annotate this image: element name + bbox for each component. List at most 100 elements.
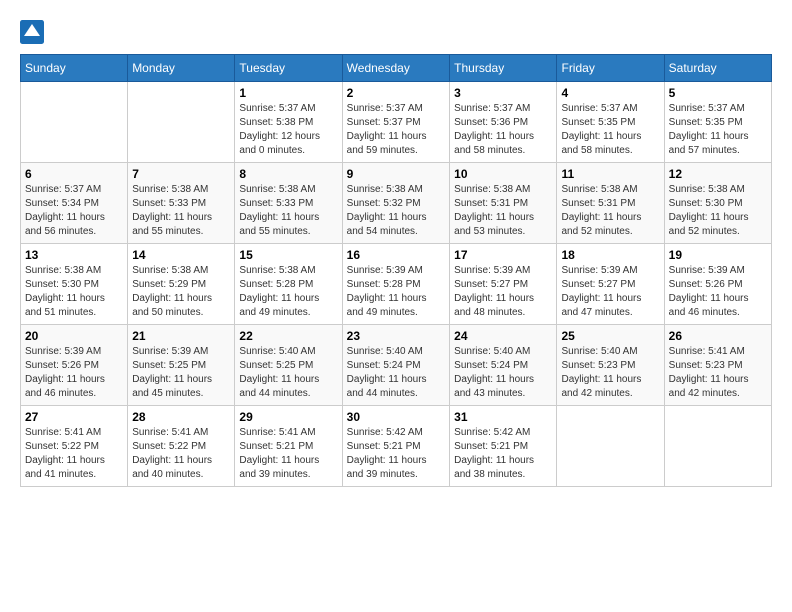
day-number: 2: [347, 86, 446, 100]
calendar-cell: 23Sunrise: 5:40 AMSunset: 5:24 PMDayligh…: [342, 325, 450, 406]
calendar-cell: 25Sunrise: 5:40 AMSunset: 5:23 PMDayligh…: [557, 325, 664, 406]
weekday-header-saturday: Saturday: [664, 55, 771, 82]
calendar-week-2: 6 Sunrise: 5:37 AMSunset: 5:34 PMDaylight…: [21, 163, 772, 244]
calendar-cell: 6 Sunrise: 5:37 AMSunset: 5:34 PMDaylight…: [21, 163, 128, 244]
day-info: Sunrise: 5:39 AMSunset: 5:28 PMDaylight:…: [347, 264, 446, 320]
calendar-week-5: 27 Sunrise: 5:41 AMSunset: 5:22 PMDayligh…: [21, 406, 772, 487]
day-info: Sunrise: 5:39 AMSunset: 5:27 PMDaylight:…: [561, 264, 659, 320]
calendar-cell: 20 Sunrise: 5:39 AMSunset: 5:26 PMDayligh…: [21, 325, 128, 406]
header-row: SundayMondayTuesdayWednesdayThursdayFrid…: [21, 55, 772, 82]
day-number: 29: [239, 410, 337, 424]
calendar-cell: 3 Sunrise: 5:37 AMSunset: 5:36 PMDaylight…: [450, 82, 557, 163]
day-info: Sunrise: 5:41 AMSunset: 5:21 PMDaylight:…: [239, 426, 337, 482]
day-number: 12: [669, 167, 767, 181]
day-number: 21: [132, 329, 230, 343]
day-info: Sunrise: 5:40 AMSunset: 5:24 PMDaylight:…: [454, 345, 552, 401]
calendar-cell: 1 Sunrise: 5:37 AMSunset: 5:38 PMDaylight…: [235, 82, 342, 163]
calendar-cell: 30 Sunrise: 5:42 AMSunset: 5:21 PMDayligh…: [342, 406, 450, 487]
day-info: Sunrise: 5:42 AMSunset: 5:21 PMDaylight:…: [347, 426, 446, 482]
day-number: 14: [132, 248, 230, 262]
day-info: Sunrise: 5:40 AMSunset: 5:25 PMDaylight:…: [239, 345, 337, 401]
day-number: 20: [25, 329, 123, 343]
calendar-cell: [557, 406, 664, 487]
weekday-header-sunday: Sunday: [21, 55, 128, 82]
calendar-cell: 2 Sunrise: 5:37 AMSunset: 5:37 PMDaylight…: [342, 82, 450, 163]
day-number: 9: [347, 167, 446, 181]
calendar-cell: 8 Sunrise: 5:38 AMSunset: 5:33 PMDaylight…: [235, 163, 342, 244]
calendar-cell: 19 Sunrise: 5:39 AMSunset: 5:26 PMDayligh…: [664, 244, 771, 325]
calendar-cell: 21 Sunrise: 5:39 AMSunset: 5:25 PMDayligh…: [128, 325, 235, 406]
day-info: Sunrise: 5:39 AMSunset: 5:26 PMDaylight:…: [669, 264, 767, 320]
calendar-cell: [664, 406, 771, 487]
day-info: Sunrise: 5:39 AMSunset: 5:25 PMDaylight:…: [132, 345, 230, 401]
day-info: Sunrise: 5:41 AMSunset: 5:23 PMDaylight:…: [669, 345, 767, 401]
day-info: Sunrise: 5:42 AMSunset: 5:21 PMDaylight:…: [454, 426, 552, 482]
weekday-header-friday: Friday: [557, 55, 664, 82]
calendar-cell: 5Sunrise: 5:37 AMSunset: 5:35 PMDaylight…: [664, 82, 771, 163]
day-number: 15: [239, 248, 337, 262]
weekday-header-monday: Monday: [128, 55, 235, 82]
day-info: Sunrise: 5:37 AMSunset: 5:38 PMDaylight:…: [239, 102, 337, 158]
calendar-body: 1 Sunrise: 5:37 AMSunset: 5:38 PMDaylight…: [21, 82, 772, 487]
calendar-cell: 28 Sunrise: 5:41 AMSunset: 5:22 PMDayligh…: [128, 406, 235, 487]
calendar-cell: [128, 82, 235, 163]
day-info: Sunrise: 5:38 AMSunset: 5:32 PMDaylight:…: [347, 183, 446, 239]
day-number: 24: [454, 329, 552, 343]
calendar-cell: 16Sunrise: 5:39 AMSunset: 5:28 PMDayligh…: [342, 244, 450, 325]
day-number: 19: [669, 248, 767, 262]
day-info: Sunrise: 5:38 AMSunset: 5:29 PMDaylight:…: [132, 264, 230, 320]
day-info: Sunrise: 5:39 AMSunset: 5:26 PMDaylight:…: [25, 345, 123, 401]
day-info: Sunrise: 5:37 AMSunset: 5:37 PMDaylight:…: [347, 102, 446, 158]
day-number: 18: [561, 248, 659, 262]
day-number: 6: [25, 167, 123, 181]
calendar-table: SundayMondayTuesdayWednesdayThursdayFrid…: [20, 54, 772, 487]
day-number: 1: [239, 86, 337, 100]
day-number: 25: [561, 329, 659, 343]
calendar-cell: 31Sunrise: 5:42 AMSunset: 5:21 PMDayligh…: [450, 406, 557, 487]
day-info: Sunrise: 5:37 AMSunset: 5:36 PMDaylight:…: [454, 102, 552, 158]
weekday-header-thursday: Thursday: [450, 55, 557, 82]
calendar-cell: 11Sunrise: 5:38 AMSunset: 5:31 PMDayligh…: [557, 163, 664, 244]
calendar-cell: 24 Sunrise: 5:40 AMSunset: 5:24 PMDayligh…: [450, 325, 557, 406]
day-number: 13: [25, 248, 123, 262]
calendar-cell: 18 Sunrise: 5:39 AMSunset: 5:27 PMDayligh…: [557, 244, 664, 325]
day-info: Sunrise: 5:38 AMSunset: 5:30 PMDaylight:…: [669, 183, 767, 239]
weekday-header-wednesday: Wednesday: [342, 55, 450, 82]
calendar-cell: 14 Sunrise: 5:38 AMSunset: 5:29 PMDayligh…: [128, 244, 235, 325]
calendar-week-1: 1 Sunrise: 5:37 AMSunset: 5:38 PMDaylight…: [21, 82, 772, 163]
calendar-cell: 13 Sunrise: 5:38 AMSunset: 5:30 PMDayligh…: [21, 244, 128, 325]
calendar-cell: 22 Sunrise: 5:40 AMSunset: 5:25 PMDayligh…: [235, 325, 342, 406]
day-info: Sunrise: 5:38 AMSunset: 5:31 PMDaylight:…: [454, 183, 552, 239]
day-info: Sunrise: 5:38 AMSunset: 5:33 PMDaylight:…: [239, 183, 337, 239]
calendar-cell: [21, 82, 128, 163]
calendar-cell: 29 Sunrise: 5:41 AMSunset: 5:21 PMDayligh…: [235, 406, 342, 487]
day-number: 4: [561, 86, 659, 100]
day-number: 23: [347, 329, 446, 343]
day-info: Sunrise: 5:41 AMSunset: 5:22 PMDaylight:…: [132, 426, 230, 482]
page-header: [20, 20, 772, 44]
day-number: 26: [669, 329, 767, 343]
calendar-header: SundayMondayTuesdayWednesdayThursdayFrid…: [21, 55, 772, 82]
day-info: Sunrise: 5:37 AMSunset: 5:34 PMDaylight:…: [25, 183, 123, 239]
calendar-week-3: 13 Sunrise: 5:38 AMSunset: 5:30 PMDayligh…: [21, 244, 772, 325]
calendar-week-4: 20 Sunrise: 5:39 AMSunset: 5:26 PMDayligh…: [21, 325, 772, 406]
day-number: 8: [239, 167, 337, 181]
day-info: Sunrise: 5:38 AMSunset: 5:30 PMDaylight:…: [25, 264, 123, 320]
calendar-cell: 17Sunrise: 5:39 AMSunset: 5:27 PMDayligh…: [450, 244, 557, 325]
day-number: 3: [454, 86, 552, 100]
day-info: Sunrise: 5:38 AMSunset: 5:31 PMDaylight:…: [561, 183, 659, 239]
day-number: 30: [347, 410, 446, 424]
logo: [20, 20, 48, 44]
calendar-cell: 12 Sunrise: 5:38 AMSunset: 5:30 PMDayligh…: [664, 163, 771, 244]
day-info: Sunrise: 5:38 AMSunset: 5:33 PMDaylight:…: [132, 183, 230, 239]
day-info: Sunrise: 5:38 AMSunset: 5:28 PMDaylight:…: [239, 264, 337, 320]
calendar-cell: 26 Sunrise: 5:41 AMSunset: 5:23 PMDayligh…: [664, 325, 771, 406]
day-info: Sunrise: 5:41 AMSunset: 5:22 PMDaylight:…: [25, 426, 123, 482]
day-number: 22: [239, 329, 337, 343]
weekday-header-tuesday: Tuesday: [235, 55, 342, 82]
day-number: 28: [132, 410, 230, 424]
day-number: 27: [25, 410, 123, 424]
calendar-cell: 7Sunrise: 5:38 AMSunset: 5:33 PMDaylight…: [128, 163, 235, 244]
day-info: Sunrise: 5:37 AMSunset: 5:35 PMDaylight:…: [561, 102, 659, 158]
day-info: Sunrise: 5:39 AMSunset: 5:27 PMDaylight:…: [454, 264, 552, 320]
